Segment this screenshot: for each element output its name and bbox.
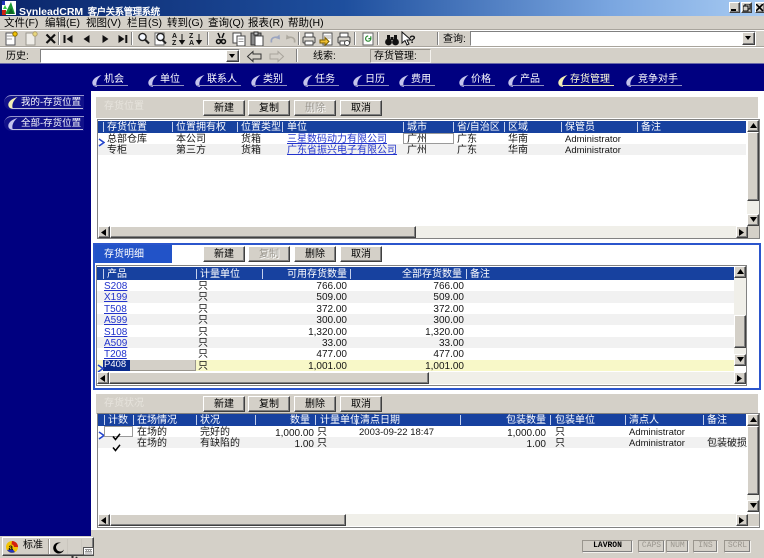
svg-text:A: A bbox=[172, 33, 177, 40]
svg-text:Z: Z bbox=[189, 33, 194, 40]
svg-text:a: a bbox=[9, 543, 14, 552]
svg-text:?: ? bbox=[409, 34, 416, 46]
